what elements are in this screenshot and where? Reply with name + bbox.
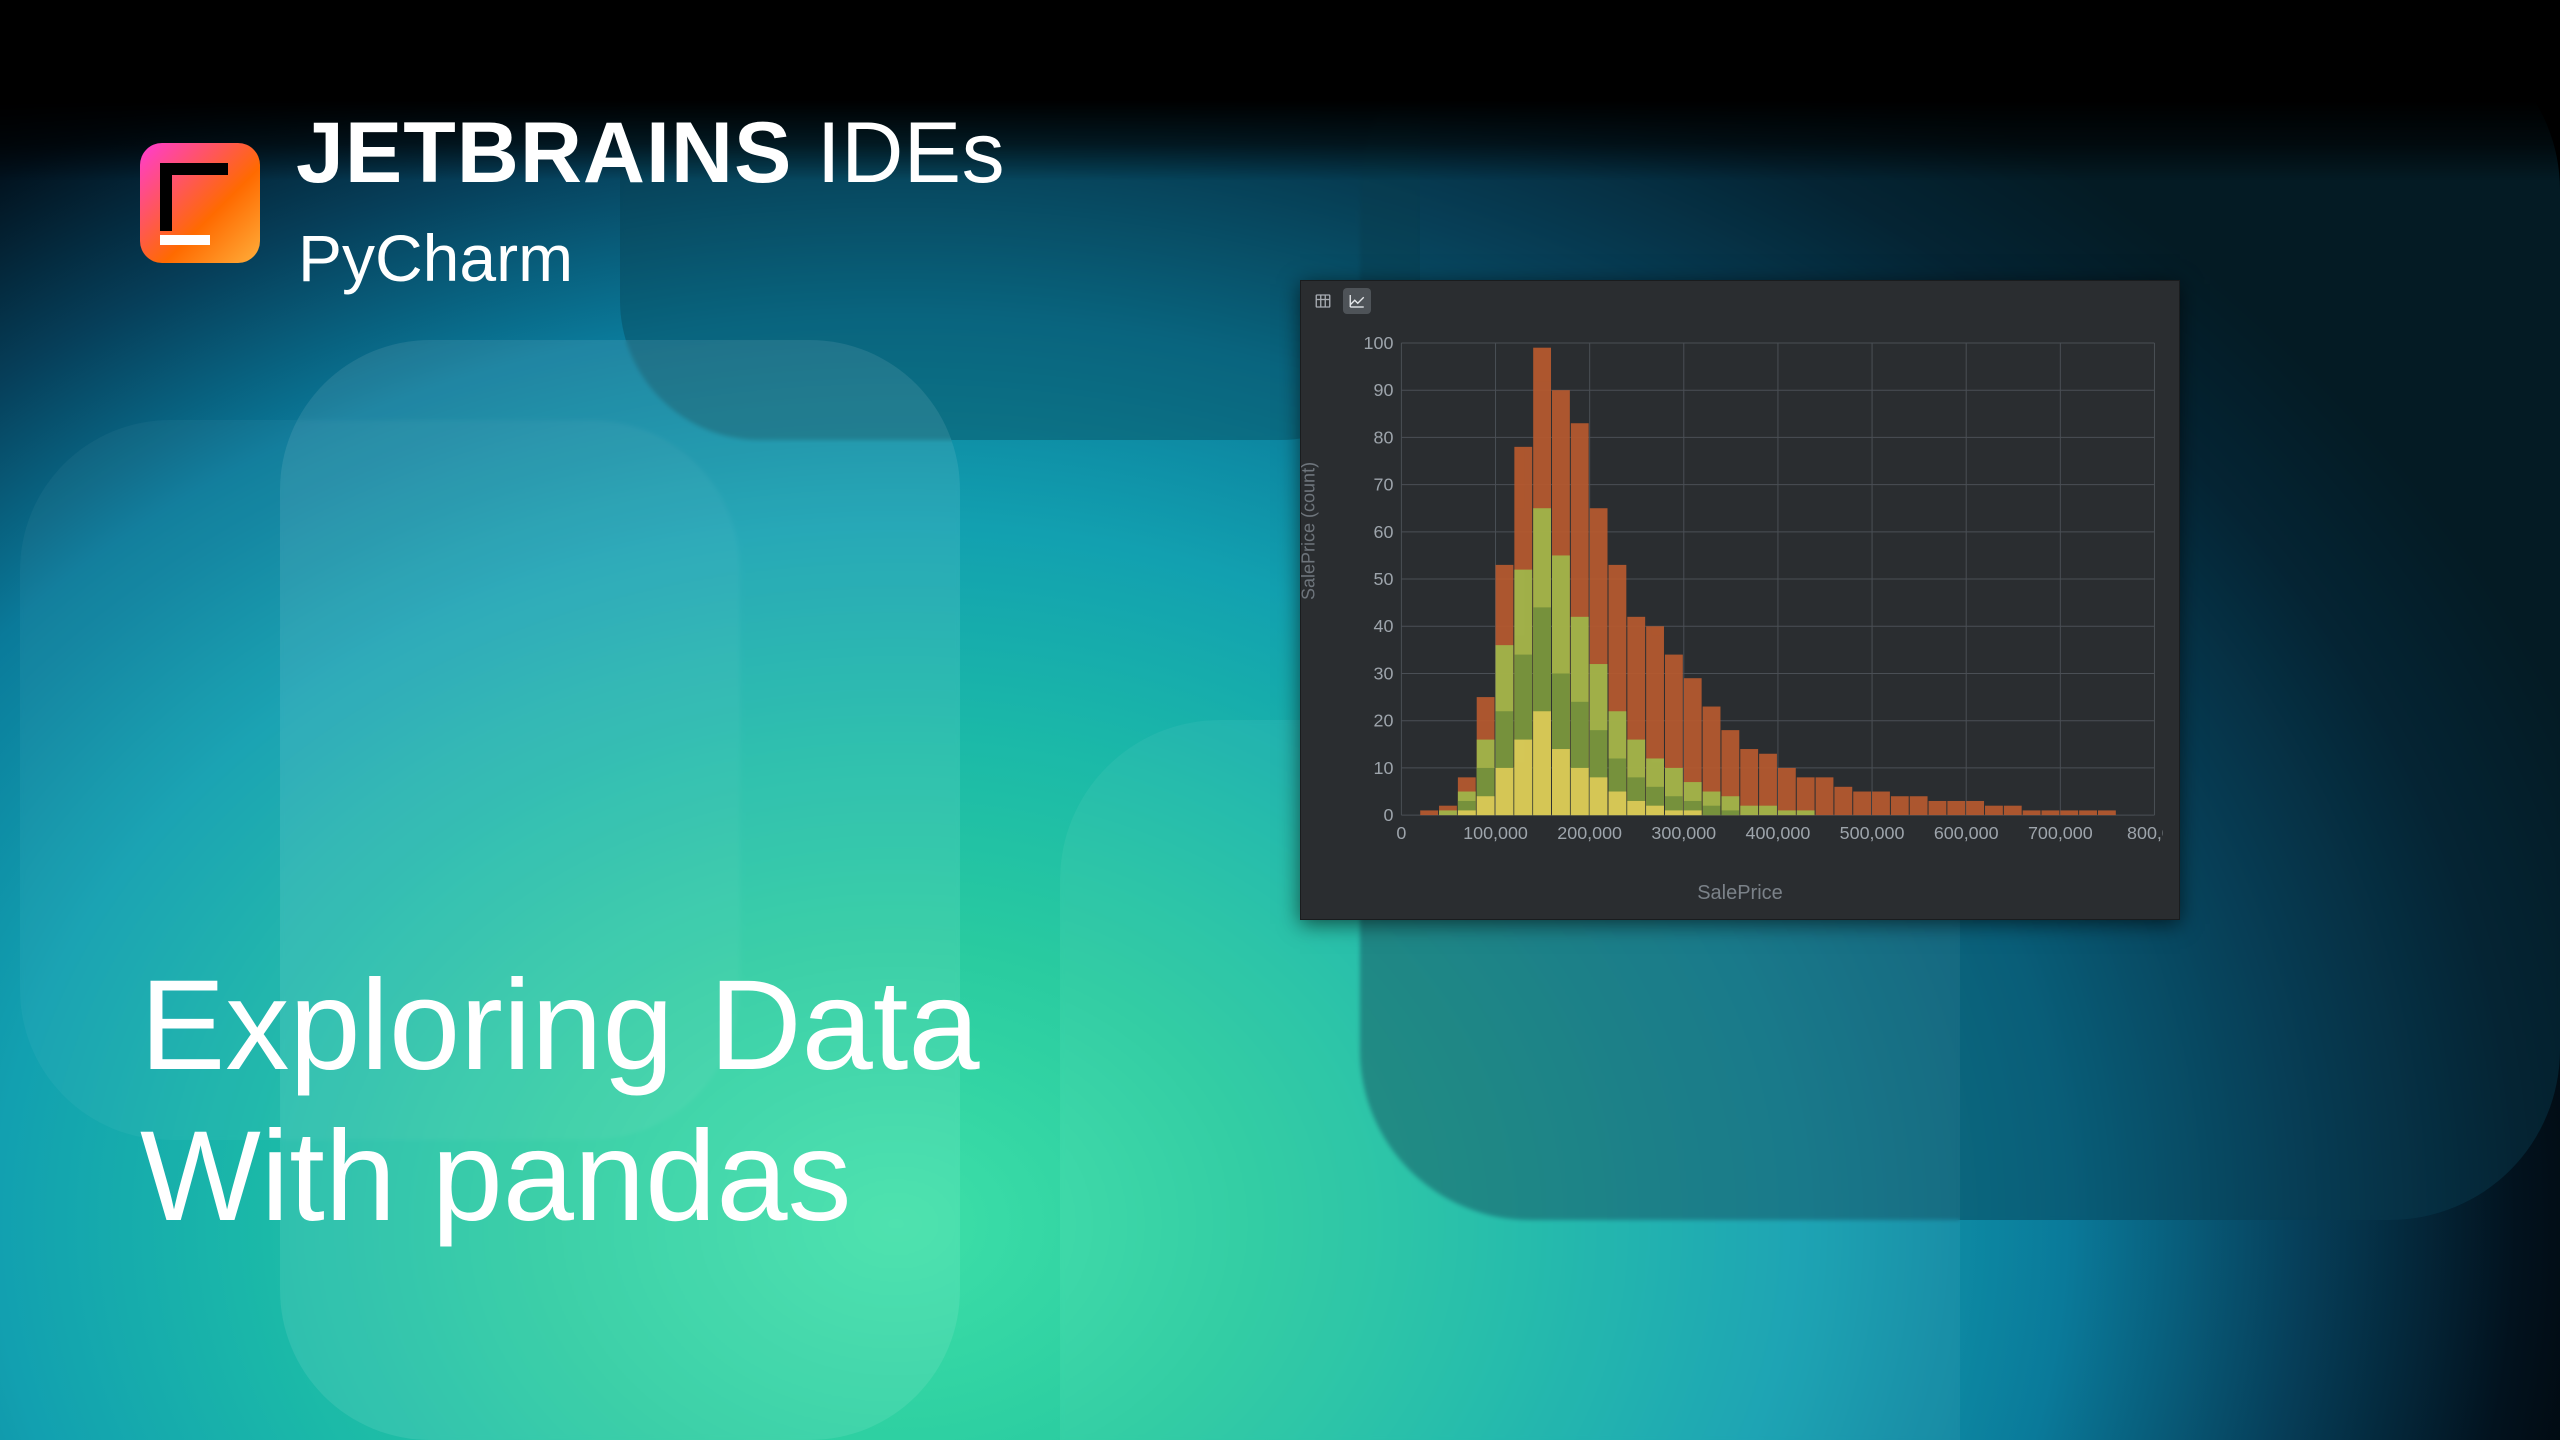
title-line-2: With pandas [140, 1101, 980, 1252]
svg-text:0: 0 [1383, 805, 1393, 825]
svg-text:600,000: 600,000 [1934, 823, 1999, 843]
y-axis-label: SalePrice (count) [1299, 462, 1320, 600]
svg-text:300,000: 300,000 [1651, 823, 1716, 843]
chart-toolbar [1301, 281, 2179, 321]
svg-text:700,000: 700,000 [2028, 823, 2093, 843]
bg-shape [280, 340, 960, 1440]
svg-text:30: 30 [1374, 663, 1394, 683]
table-icon [1314, 292, 1332, 310]
brand-title: JETBRAINS IDEs [296, 110, 1005, 196]
svg-text:80: 80 [1374, 427, 1394, 447]
slide-title: Exploring Data With pandas [140, 950, 980, 1252]
histogram-plot: 0 10 20 30 40 50 60 70 80 90 100 0 100,000 200,000 300… [1357, 337, 2163, 849]
plot-area: 0 10 20 30 40 50 60 70 80 90 100 0 100,000 200,000 300… [1357, 337, 2163, 849]
x-axis-label: SalePrice [1301, 882, 2179, 905]
svg-text:100: 100 [1364, 337, 1394, 353]
brand-title-light: IDEs [792, 105, 1005, 201]
svg-text:10: 10 [1374, 758, 1394, 778]
svg-text:500,000: 500,000 [1840, 823, 1905, 843]
svg-text:400,000: 400,000 [1746, 823, 1811, 843]
svg-text:20: 20 [1374, 711, 1394, 731]
chart-panel: SalePrice (count) SalePrice 0 10 20 30 40 50 6… [1300, 280, 2180, 920]
brand-product: PyCharm [298, 220, 1005, 296]
chart-view-button[interactable] [1343, 288, 1371, 314]
svg-text:90: 90 [1374, 380, 1394, 400]
svg-text:0: 0 [1396, 823, 1406, 843]
brand-header: JETBRAINS IDEs PyCharm [140, 110, 1005, 296]
svg-text:200,000: 200,000 [1557, 823, 1622, 843]
jetbrains-logo-icon [140, 143, 260, 263]
svg-text:40: 40 [1374, 616, 1394, 636]
chart-icon [1348, 292, 1366, 310]
table-view-button[interactable] [1309, 288, 1337, 314]
svg-text:70: 70 [1374, 475, 1394, 495]
svg-text:800,00: 800,00 [2127, 823, 2163, 843]
svg-text:50: 50 [1374, 569, 1394, 589]
svg-text:60: 60 [1374, 522, 1394, 542]
title-line-1: Exploring Data [140, 950, 980, 1101]
brand-title-bold: JETBRAINS [296, 105, 792, 201]
promo-slide: JETBRAINS IDEs PyCharm Exploring Data Wi… [0, 0, 2560, 1440]
svg-text:100,000: 100,000 [1463, 823, 1528, 843]
